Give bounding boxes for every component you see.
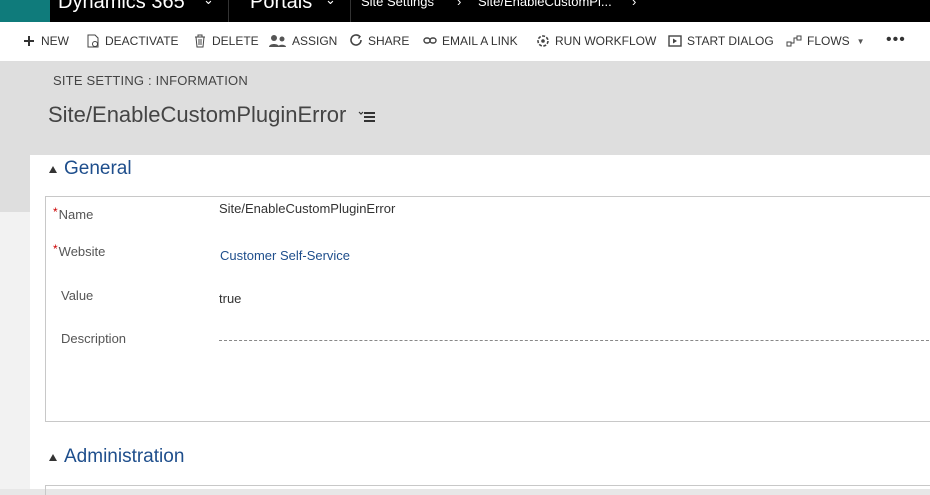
link-icon: [423, 34, 437, 48]
share-icon: [349, 34, 363, 48]
top-nav-bar: Dynamics 365 ⌄ Portals ⌄ Site Settings ›…: [0, 0, 930, 22]
website-label-text: Website: [58, 244, 106, 259]
plus-icon: [22, 34, 36, 48]
name-label-text: Name: [58, 207, 94, 222]
collapse-triangle-icon: [49, 453, 57, 461]
workflow-icon: [536, 34, 550, 48]
name-field[interactable]: Site/EnableCustomPluginError: [219, 201, 395, 216]
nav-divider: [228, 0, 229, 22]
section-general-title: General: [64, 158, 132, 179]
deactivate-button[interactable]: DEACTIVATE: [86, 34, 179, 48]
new-button[interactable]: NEW: [22, 34, 69, 48]
chevron-right-icon: ›: [457, 0, 462, 9]
app-launcher-button[interactable]: [0, 0, 50, 22]
entity-form-label: SITE SETTING : INFORMATION: [53, 73, 248, 88]
run-workflow-button-label: RUN WORKFLOW: [555, 34, 657, 48]
name-field-label: *Name: [53, 205, 94, 222]
email-a-link-button[interactable]: EMAIL A LINK: [423, 34, 518, 48]
general-section-box: [45, 196, 930, 422]
flows-button[interactable]: FLOWS ▼: [786, 34, 865, 48]
start-dialog-button[interactable]: START DIALOG: [668, 34, 774, 48]
run-workflow-button[interactable]: RUN WORKFLOW: [536, 34, 656, 48]
breadcrumb-site-settings[interactable]: Site Settings: [361, 0, 434, 9]
assign-button[interactable]: ASSIGN: [269, 34, 337, 48]
required-indicator: *: [53, 242, 58, 256]
section-administration-header[interactable]: Administration: [49, 446, 184, 468]
description-field[interactable]: [219, 340, 930, 341]
collapse-triangle-icon: [49, 165, 57, 173]
administration-section-box: [45, 485, 930, 495]
caret-down-icon: ▼: [856, 36, 865, 46]
new-button-label: NEW: [41, 34, 69, 48]
breadcrumb-record[interactable]: Site/EnableCustomPl...: [478, 0, 612, 9]
value-field-label: Value: [61, 288, 94, 303]
app-name[interactable]: Dynamics 365: [58, 0, 185, 14]
website-lookup-link[interactable]: Customer Self-Service: [220, 248, 350, 263]
flows-button-label: FLOWS: [807, 34, 850, 48]
description-field-label: Description: [61, 331, 127, 346]
share-button-label: SHARE: [368, 34, 410, 48]
form-selector-icon[interactable]: [358, 108, 378, 126]
deactivate-button-label: DEACTIVATE: [105, 34, 179, 48]
website-field-label: *Website: [53, 242, 106, 259]
more-commands-button[interactable]: •••: [886, 31, 906, 49]
required-indicator: *: [53, 205, 58, 219]
value-field[interactable]: true: [219, 291, 241, 306]
share-button[interactable]: SHARE: [349, 34, 409, 48]
left-rail: [0, 212, 30, 489]
chevron-down-icon[interactable]: ⌄: [325, 0, 336, 8]
chevron-right-icon: ›: [632, 0, 637, 9]
trash-icon: [193, 34, 207, 48]
module-name[interactable]: Portals: [250, 0, 312, 14]
waffle-icon: [18, 0, 34, 6]
delete-button[interactable]: DELETE: [193, 34, 259, 48]
section-administration-title: Administration: [64, 446, 185, 467]
section-general-header[interactable]: General: [49, 158, 132, 180]
deactivate-icon: [86, 34, 100, 48]
nav-divider: [350, 0, 351, 22]
assign-button-label: ASSIGN: [292, 34, 338, 48]
email-a-link-button-label: EMAIL A LINK: [442, 34, 518, 48]
chevron-down-icon[interactable]: ⌄: [203, 0, 214, 8]
start-dialog-button-label: START DIALOG: [687, 34, 774, 48]
assign-icon: [269, 34, 287, 48]
page-title: Site/EnableCustomPluginError: [48, 102, 347, 127]
dialog-icon: [668, 34, 682, 48]
delete-button-label: DELETE: [212, 34, 259, 48]
command-bar: NEW DEACTIVATE DELETE ASSIGN SHARE EMAIL…: [0, 22, 930, 62]
flows-icon: [786, 34, 802, 48]
